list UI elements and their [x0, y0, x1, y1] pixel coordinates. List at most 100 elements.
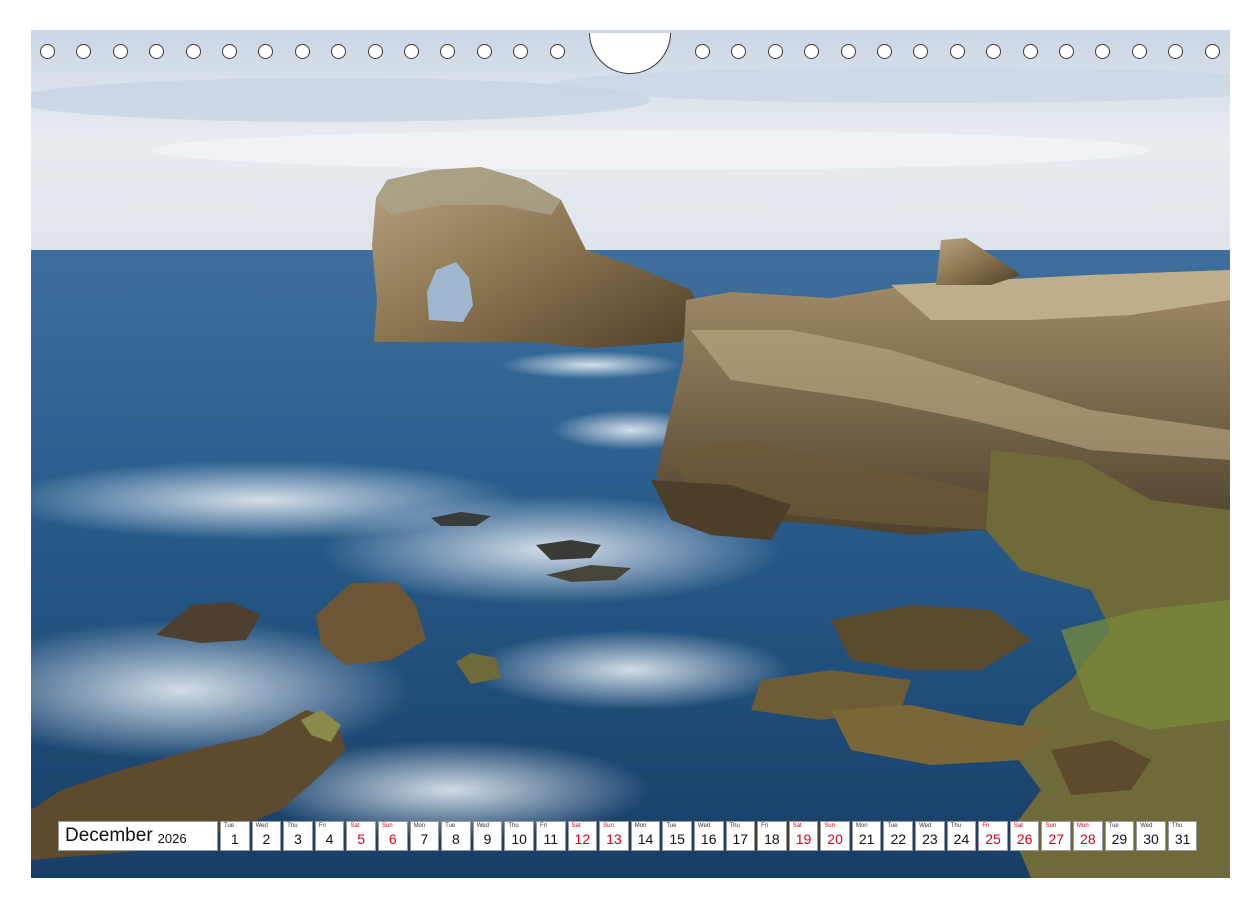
calendar-strip: December 2026 Tue 1 Wed 2 Thu 3 Fri 4 Sat 5 Sun 6 Mo…	[58, 821, 1199, 851]
binding-hole	[877, 44, 892, 59]
weekday-label: Tue	[887, 823, 898, 829]
day-cell: Wed 16	[693, 821, 724, 851]
binding-hole	[149, 44, 165, 59]
binding-hole	[40, 44, 55, 59]
day-cell: Fri 4	[314, 821, 345, 851]
weekday-label: Mon	[413, 823, 426, 829]
day-cell: Sat 5	[346, 821, 376, 851]
day-number: 24	[953, 831, 970, 847]
day-cell: Sun 27	[1041, 821, 1072, 851]
binding-hole	[1168, 44, 1184, 59]
day-cell: Thu 10	[504, 821, 534, 851]
weekday-label: Thu	[508, 823, 519, 829]
weekday-label: Wed	[255, 823, 268, 829]
day-number: 9	[483, 831, 492, 847]
day-cell: Fri 11	[535, 821, 566, 851]
weekday-label: Sun	[381, 823, 393, 829]
binding-hole	[404, 44, 419, 59]
weekday-label: Sat	[1013, 823, 1023, 829]
weekday-label: Fri	[761, 823, 769, 829]
day-cell: Mon 28	[1073, 821, 1103, 851]
binding-hole	[949, 44, 965, 59]
weekday-label: Sat	[350, 823, 360, 829]
day-cell: Tue 1	[220, 821, 250, 851]
day-number: 25	[985, 831, 1001, 847]
day-cell: Thu 3	[283, 821, 313, 851]
day-cell: Tue 22	[883, 821, 914, 851]
weekday-label: Fri	[982, 823, 990, 829]
day-number: 4	[325, 831, 334, 847]
binding-hole	[1095, 44, 1111, 59]
day-cell: Sat 19	[788, 821, 819, 851]
binding-hole	[1059, 44, 1074, 59]
day-number: 12	[574, 831, 591, 847]
month-label: December 2026	[58, 821, 218, 851]
binding-hole	[986, 44, 1002, 59]
day-number: 14	[637, 831, 654, 847]
day-number: 27	[1048, 831, 1065, 847]
day-cell: Thu 31	[1167, 821, 1198, 851]
weekday-label: Sun	[824, 823, 835, 829]
sea-arch-landscape	[31, 30, 1230, 878]
binding-hole	[513, 44, 529, 59]
binding-hole	[1022, 44, 1038, 59]
day-number: 29	[1111, 831, 1128, 847]
day-number: 23	[922, 831, 938, 847]
day-cell: Wed 23	[915, 821, 945, 851]
binding-hole	[1131, 44, 1147, 59]
day-number: 8	[452, 831, 460, 847]
day-number: 15	[669, 831, 685, 847]
day-cell: Wed 9	[472, 821, 503, 851]
weekday-label: Sun	[1045, 823, 1057, 829]
weekday-label: Thu	[729, 823, 740, 829]
binding-hole	[258, 44, 274, 59]
day-cell: Sat 26	[1009, 821, 1040, 851]
day-number: 31	[1174, 831, 1191, 847]
day-number: 17	[732, 831, 749, 847]
binding-hole	[840, 44, 856, 59]
day-cell: Mon 21	[851, 821, 882, 851]
year: 2026	[157, 830, 187, 846]
weekday-label: Tue	[445, 823, 456, 829]
day-cell: Sun 6	[377, 821, 408, 851]
day-cell: Tue 29	[1104, 821, 1135, 851]
day-cell: Mon 14	[630, 821, 661, 851]
weekday-label: Thu	[950, 823, 961, 829]
binding-hole	[185, 44, 201, 59]
day-cell: Wed 30	[1136, 821, 1166, 851]
spiral-binding-holes	[0, 44, 1260, 64]
weekday-label: Tue	[224, 823, 235, 829]
day-cell: Fri 25	[978, 821, 1008, 851]
day-cell: Mon 7	[409, 821, 440, 851]
day-cell: Sat 12	[567, 821, 598, 851]
binding-hole	[440, 44, 456, 59]
binding-hole	[804, 44, 820, 59]
day-cell: Sun 13	[599, 821, 629, 851]
weekday-label: Wed	[1140, 823, 1153, 829]
day-number: 28	[1080, 831, 1096, 847]
day-number: 11	[543, 831, 558, 847]
binding-hole	[767, 44, 783, 59]
day-number: 30	[1143, 831, 1159, 847]
binding-hole	[476, 44, 492, 59]
day-number: 18	[764, 831, 780, 847]
weekday-label: Mon	[1077, 823, 1089, 829]
weekday-label: Mon	[855, 823, 868, 829]
binding-hole	[1204, 44, 1220, 59]
weekday-label: Wed	[697, 823, 711, 829]
day-number: 3	[294, 831, 302, 847]
day-number: 7	[420, 831, 429, 847]
binding-hole	[76, 44, 92, 59]
weekday-label: Thu	[287, 823, 298, 829]
calendar-photo	[31, 30, 1230, 878]
binding-hole	[112, 44, 128, 59]
day-number: 10	[511, 831, 527, 847]
day-number: 1	[230, 831, 239, 847]
weekday-label: Fri	[539, 823, 547, 829]
binding-hole	[913, 44, 929, 59]
binding-hole	[695, 44, 710, 59]
weekday-label: Thu	[1171, 823, 1183, 829]
day-number: 16	[700, 831, 717, 847]
day-number: 21	[858, 831, 875, 847]
day-number: 13	[606, 831, 622, 847]
